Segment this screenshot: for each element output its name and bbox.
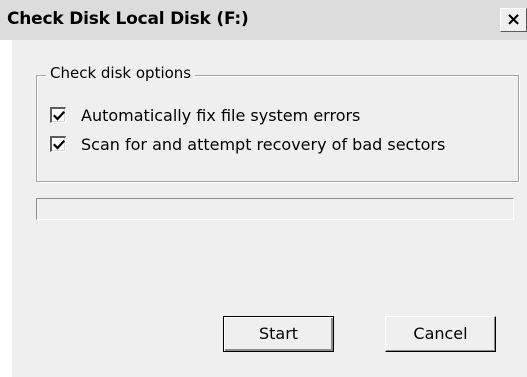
check-disk-dialog: Check Disk Local Disk (F:) × Check disk … [0,0,527,377]
progress-bar [36,198,514,220]
window-left-edge [0,40,12,377]
close-button[interactable]: × [500,8,527,32]
fix-errors-label: Automatically fix file system errors [81,105,361,125]
close-icon: × [505,9,522,30]
fix-errors-checkbox[interactable] [50,107,66,123]
option-scan-bad-sectors[interactable]: Scan for and attempt recovery of bad sec… [50,133,445,155]
window-title: Check Disk Local Disk (F:) [7,9,249,29]
title-bar: Check Disk Local Disk (F:) × [0,0,527,40]
option-fix-errors[interactable]: Automatically fix file system errors [50,104,360,126]
start-button[interactable]: Start [223,316,334,352]
scan-bad-sectors-checkbox[interactable] [50,136,66,152]
group-label: Check disk options [46,64,196,82]
checkmark-icon [53,110,65,121]
cancel-button[interactable]: Cancel [385,316,496,352]
checkmark-icon [53,139,65,150]
scan-bad-sectors-label: Scan for and attempt recovery of bad sec… [81,134,446,154]
check-disk-options-group [36,75,519,182]
